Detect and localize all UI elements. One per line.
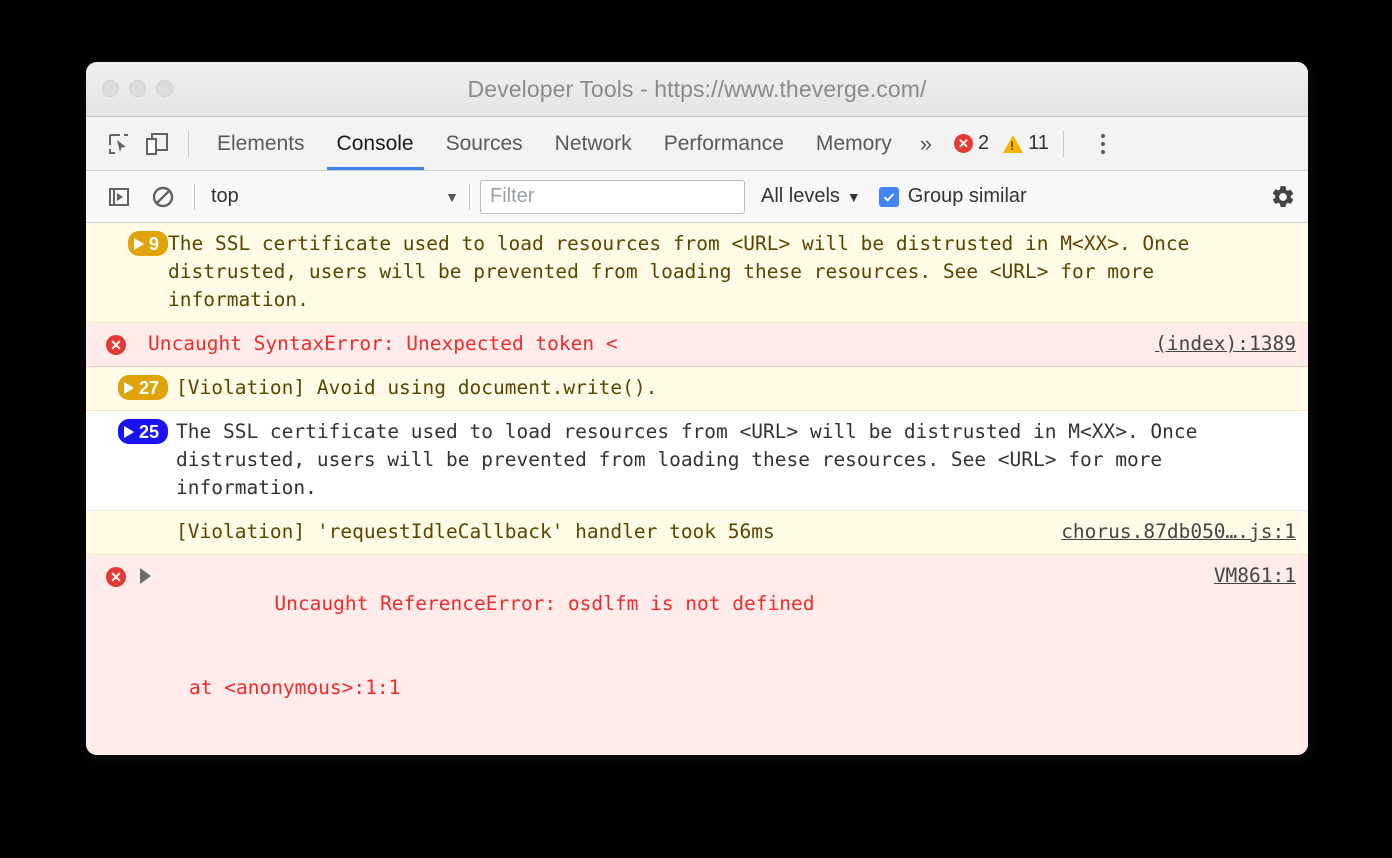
tab-label: Console <box>336 131 414 155</box>
inspect-element-icon[interactable] <box>100 125 138 163</box>
console-message-row[interactable]: 9 The SSL certificate used to load resou… <box>86 223 1308 323</box>
warning-triangle-icon: ! <box>1003 134 1024 153</box>
console-message-list[interactable]: 9 The SSL certificate used to load resou… <box>86 223 1308 755</box>
panel-tabs: Elements Console Sources Network Perform… <box>201 117 908 170</box>
message-gutter: 27 <box>96 374 168 400</box>
gear-icon <box>1272 185 1294 207</box>
execution-context-value: top <box>211 185 239 207</box>
message-gutter: ✕ <box>96 562 140 587</box>
tab-label: Network <box>554 131 632 155</box>
group-count: 25 <box>138 421 159 442</box>
group-count-badge[interactable]: 27 <box>117 375 168 400</box>
console-toolbar: top ▼ All levels ▼ Group similar <box>86 171 1308 223</box>
device-toolbar-icon[interactable] <box>138 125 176 163</box>
console-message-row[interactable]: 27 [Violation] Avoid using document.writ… <box>86 367 1308 411</box>
error-circle-icon: ✕ <box>106 335 126 355</box>
message-text: Uncaught SyntaxError: Unexpected token < <box>148 332 618 355</box>
tab-label: Performance <box>663 131 784 155</box>
log-level-selector[interactable]: All levels ▼ <box>761 185 861 208</box>
warning-count: 11 <box>1028 132 1049 154</box>
chevron-down-icon: ▼ <box>846 188 861 205</box>
clear-console-icon[interactable] <box>144 178 182 216</box>
console-message-row[interactable]: ✕ Uncaught ReferenceError: osdlfm is not… <box>86 555 1308 755</box>
kebab-dot <box>1100 141 1105 146</box>
window-titlebar: Developer Tools - https://www.theverge.c… <box>86 62 1308 117</box>
group-count: 9 <box>148 233 159 254</box>
message-gutter: 9 <box>96 230 168 256</box>
message-text: [Violation] 'requestIdleCallback' handle… <box>176 520 775 543</box>
message-source-link[interactable]: (index):1389 <box>1155 330 1296 358</box>
expand-triangle-icon <box>123 425 134 438</box>
filter-input[interactable] <box>480 179 745 214</box>
warning-counter[interactable]: ! 11 <box>1003 132 1049 155</box>
message-gutter: ✕ <box>96 330 140 355</box>
issue-counters: ✕ 2 ! 11 <box>954 132 1049 155</box>
group-similar-label: Group similar <box>907 185 1027 207</box>
window-title: Developer Tools - https://www.theverge.c… <box>467 76 927 102</box>
toolbar-divider <box>188 130 189 157</box>
tab-console[interactable]: Console <box>321 117 430 170</box>
error-circle-icon: ✕ <box>954 134 973 153</box>
tab-performance[interactable]: Performance <box>648 117 800 170</box>
tab-memory[interactable]: Memory <box>800 117 908 170</box>
screen: Developer Tools - https://www.theverge.c… <box>0 0 1392 858</box>
more-tabs-button[interactable]: » <box>908 131 944 157</box>
log-level-value: All levels <box>761 185 840 207</box>
error-count: 2 <box>978 132 990 154</box>
devtools-tabbar: Elements Console Sources Network Perform… <box>86 117 1308 171</box>
kebab-dot <box>1100 133 1105 138</box>
message-text: The SSL certificate used to load resourc… <box>168 232 1202 311</box>
checkbox-checked-icon[interactable] <box>878 186 899 207</box>
message-gutter: 25 <box>96 418 168 444</box>
console-message-row[interactable]: [Violation] 'requestIdleCallback' handle… <box>86 511 1308 555</box>
chevron-down-icon: ▼ <box>445 188 459 205</box>
devtools-menu-icon[interactable] <box>1090 133 1116 154</box>
group-count-badge[interactable]: 25 <box>117 419 168 444</box>
counters-divider <box>1062 130 1064 157</box>
kebab-dot <box>1100 149 1105 154</box>
group-count: 27 <box>138 377 159 398</box>
stack-trace: at <anonymous>:1:1 at ad.js:27 at new Pr… <box>157 648 1204 755</box>
message-source-link[interactable]: chorus.87db050….js:1 <box>1061 518 1296 546</box>
tab-label: Memory <box>815 131 892 155</box>
context-filter-divider <box>469 183 470 210</box>
devtools-window: Developer Tools - https://www.theverge.c… <box>86 62 1308 755</box>
execution-context-icon[interactable] <box>100 178 138 216</box>
error-title: Uncaught ReferenceError: osdlfm is not d… <box>274 592 815 615</box>
message-source-link[interactable]: VM861:1 <box>1214 562 1296 590</box>
tab-label: Elements <box>217 131 305 155</box>
console-settings-button[interactable] <box>1270 184 1296 210</box>
error-counter[interactable]: ✕ 2 <box>954 132 989 155</box>
expand-triangle-icon[interactable] <box>140 568 151 584</box>
tab-network[interactable]: Network <box>539 117 648 170</box>
expand-triangle-icon <box>123 381 134 394</box>
message-text: [Violation] Avoid using document.write()… <box>176 376 658 399</box>
tab-label: Sources <box>445 131 523 155</box>
console-message-row[interactable]: 25 The SSL certificate used to load reso… <box>86 411 1308 511</box>
execution-context-selector[interactable]: top ▼ <box>207 185 463 208</box>
error-circle-icon: ✕ <box>106 567 126 587</box>
expand-triangle-icon <box>133 237 144 250</box>
message-text: The SSL certificate used to load resourc… <box>176 420 1210 499</box>
tab-elements[interactable]: Elements <box>201 117 321 170</box>
stack-frame: at <anonymous>:1:1 <box>189 676 401 699</box>
message-text: Uncaught ReferenceError: osdlfm is not d… <box>157 562 1214 755</box>
console-toolbar-divider <box>194 183 195 210</box>
message-gutter <box>96 518 168 519</box>
console-message-row[interactable]: ✕ Uncaught SyntaxError: Unexpected token… <box>86 323 1308 367</box>
group-similar-toggle[interactable]: Group similar <box>878 185 1027 208</box>
tab-sources[interactable]: Sources <box>430 117 539 170</box>
group-count-badge[interactable]: 9 <box>127 231 168 256</box>
